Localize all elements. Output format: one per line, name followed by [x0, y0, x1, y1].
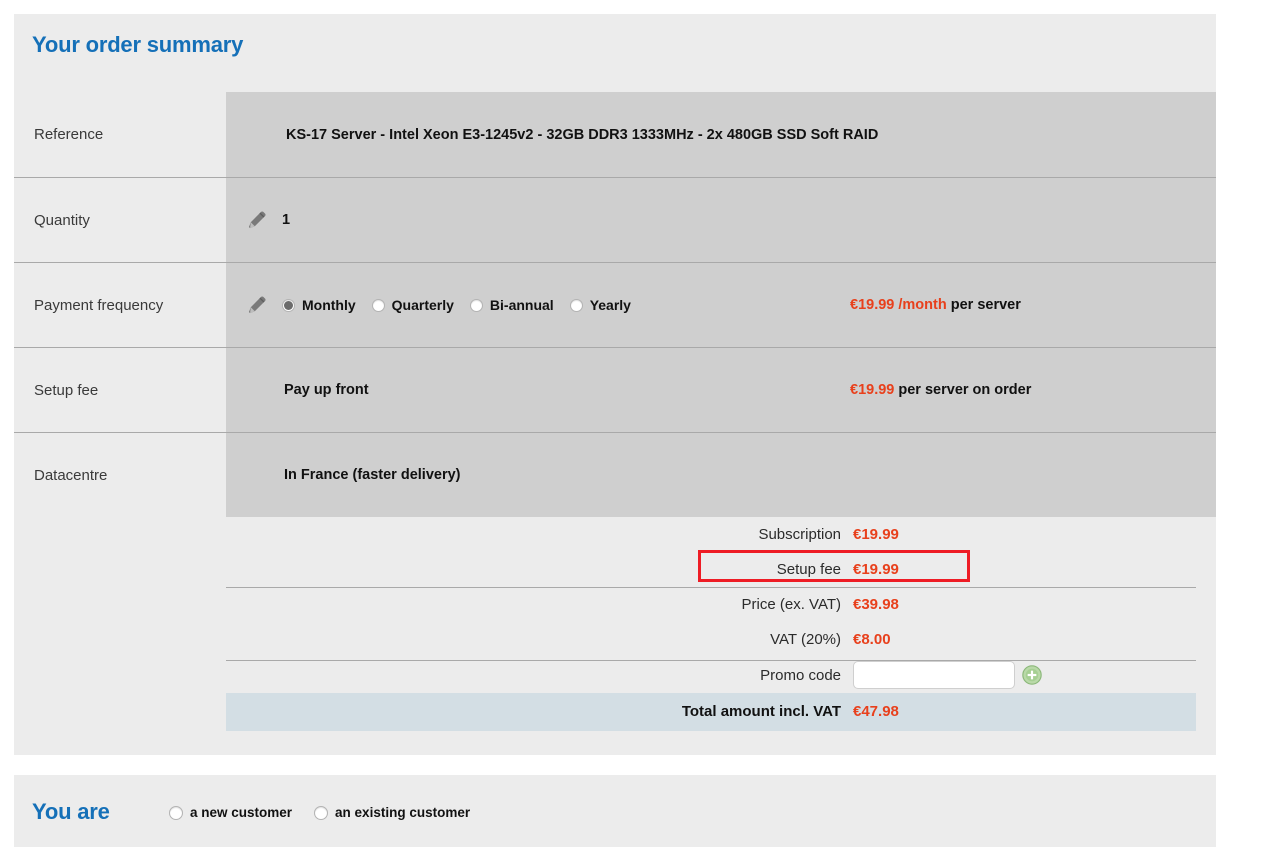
- totals-value-setup-fee: €19.99: [853, 561, 899, 578]
- totals-row-subscription: Subscription €19.99: [14, 517, 1216, 552]
- radio-option-new-customer[interactable]: a new customer: [169, 805, 292, 820]
- totals-row-setup-fee: Setup fee €19.99: [14, 552, 1216, 587]
- table-row-payment-frequency: Payment frequency Monthly Quarterly Bi-a…: [14, 262, 1216, 347]
- radio-quarterly[interactable]: [371, 298, 385, 312]
- totals-label-price-ex-vat: Price (ex. VAT): [741, 596, 841, 613]
- radio-label-existing-customer: an existing customer: [335, 805, 471, 820]
- radio-label-new-customer: a new customer: [190, 805, 293, 820]
- payment-frequency-price: €19.99 /month per server: [850, 297, 1021, 313]
- row-value-reference: KS-17 Server - Intel Xeon E3-1245v2 - 32…: [226, 92, 1216, 177]
- totals-label-vat: VAT (20%): [770, 631, 841, 648]
- totals-label-setup-fee: Setup fee: [776, 561, 841, 578]
- row-value-datacentre: In France (faster delivery): [226, 432, 1216, 517]
- row-label-setup-fee: Setup fee: [14, 347, 226, 432]
- datacentre-value: In France (faster delivery): [284, 467, 461, 483]
- radio-new-customer[interactable]: [169, 805, 183, 820]
- row-label-payment-frequency: Payment frequency: [14, 262, 226, 347]
- radio-label-monthly: Monthly: [302, 297, 356, 313]
- setup-fee-price: €19.99 per server on order: [850, 382, 1031, 398]
- table-row-quantity: Quantity 1: [14, 177, 1216, 262]
- reference-text: KS-17 Server - Intel Xeon E3-1245v2 - 32…: [286, 126, 879, 143]
- radio-bi-annual[interactable]: [469, 298, 483, 312]
- totals-row-vat: VAT (20%) €8.00: [14, 622, 1216, 657]
- radio-option-yearly[interactable]: Yearly: [569, 297, 631, 313]
- order-summary-panel: Your order summary Reference KS-17 Serve…: [14, 14, 1216, 755]
- pencil-icon[interactable]: [246, 209, 268, 231]
- table-row-datacentre: Datacentre In France (faster delivery): [14, 432, 1216, 517]
- total-amount-label: Total amount incl. VAT: [681, 703, 841, 720]
- order-summary-table: Reference KS-17 Server - Intel Xeon E3-1…: [14, 92, 1216, 517]
- setup-fee-option: Pay up front: [284, 382, 369, 398]
- table-row-setup-fee: Setup fee Pay up front €19.99 per server…: [14, 347, 1216, 432]
- setup-fee-price-suffix: per server on order: [898, 382, 1032, 398]
- table-row-reference: Reference KS-17 Server - Intel Xeon E3-1…: [14, 92, 1216, 177]
- promo-code-label: Promo code: [760, 667, 841, 684]
- row-label-datacentre: Datacentre: [14, 432, 226, 517]
- setup-fee-price-amount: €19.99: [850, 382, 895, 398]
- radio-option-monthly[interactable]: Monthly: [282, 297, 356, 313]
- quantity-value: 1: [282, 212, 291, 228]
- row-label-reference: Reference: [14, 92, 226, 177]
- totals-row-price-ex-vat: Price (ex. VAT) €39.98: [14, 587, 1216, 622]
- pencil-icon[interactable]: [246, 294, 268, 316]
- payment-frequency-price-suffix: per server: [950, 297, 1021, 313]
- row-label-quantity: Quantity: [14, 177, 226, 262]
- customer-section-title: You are: [32, 799, 110, 824]
- total-amount-value: €47.98: [853, 703, 899, 720]
- radio-option-bi-annual[interactable]: Bi-annual: [469, 297, 554, 313]
- page-title: Your order summary: [32, 32, 244, 57]
- radio-label-bi-annual: Bi-annual: [489, 297, 554, 313]
- radio-yearly[interactable]: [569, 298, 583, 312]
- totals-value-vat: €8.00: [853, 631, 891, 648]
- totals-value-price-ex-vat: €39.98: [853, 596, 899, 613]
- totals-value-subscription: €19.99: [853, 526, 899, 543]
- radio-label-quarterly: Quarterly: [391, 297, 454, 313]
- promo-code-input[interactable]: [853, 661, 1015, 689]
- radio-label-yearly: Yearly: [589, 297, 631, 313]
- total-amount-bar: Total amount incl. VAT €47.98: [226, 693, 1196, 731]
- payment-frequency-price-amount: €19.99 /month: [850, 297, 947, 313]
- payment-frequency-radio-group[interactable]: Monthly Quarterly Bi-annual Yearly: [282, 297, 631, 313]
- add-promo-icon[interactable]: [1022, 665, 1042, 685]
- totals-section: Subscription €19.99 Setup fee €19.99 Pri…: [14, 517, 1216, 731]
- promo-code-row: Promo code: [14, 657, 1216, 697]
- row-value-setup-fee: Pay up front €19.99 per server on order: [226, 347, 1216, 432]
- row-value-quantity: 1: [226, 177, 1216, 262]
- customer-type-radio-group[interactable]: a new customer an existing customer: [169, 805, 470, 820]
- radio-option-existing-customer[interactable]: an existing customer: [314, 805, 470, 820]
- customer-type-panel: You are a new customer an existing custo…: [14, 775, 1216, 847]
- radio-existing-customer[interactable]: [314, 805, 329, 820]
- radio-option-quarterly[interactable]: Quarterly: [371, 297, 454, 313]
- radio-monthly[interactable]: [282, 298, 295, 312]
- row-value-payment-frequency: Monthly Quarterly Bi-annual Yearly €19.9…: [226, 262, 1216, 347]
- totals-label-subscription: Subscription: [758, 526, 841, 543]
